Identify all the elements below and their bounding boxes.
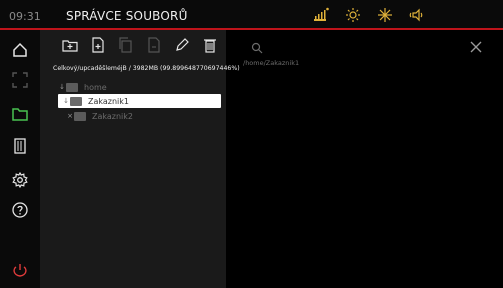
settings-icon[interactable]: [10, 170, 30, 190]
tree-label: Zakaznik2: [92, 111, 133, 121]
speaker-icon[interactable]: [409, 7, 425, 23]
folder-icon[interactable]: [10, 104, 30, 124]
search-icon[interactable]: [251, 42, 263, 54]
clock: 09:31: [9, 10, 41, 23]
tree-arrow[interactable]: ×: [66, 112, 74, 120]
current-path: /home/Zakaznik1: [243, 59, 300, 67]
close-icon[interactable]: [469, 40, 483, 54]
screen-title: SPRÁVCE SOUBORŮ: [66, 9, 188, 23]
tree-arrow[interactable]: ↓: [62, 97, 70, 105]
home-icon[interactable]: [10, 40, 30, 60]
new-file-icon[interactable]: [88, 35, 108, 55]
help-icon[interactable]: [10, 200, 30, 220]
brightness-icon[interactable]: [345, 7, 361, 23]
expand-icon[interactable]: [10, 70, 30, 90]
snow-icon[interactable]: [377, 7, 393, 23]
storage-usage: Celkový/upcaděšleméjB / 3982MB (99.89964…: [53, 65, 240, 72]
folder-icon: [66, 82, 78, 92]
tree-label: home: [84, 82, 107, 92]
tree-arrow[interactable]: ↓: [58, 83, 66, 91]
top-bar: 09:31 SPRÁVCE SOUBORŮ: [0, 0, 503, 30]
door-icon[interactable]: [10, 136, 30, 156]
file-tree-panel: Celkový/upcaděšleméjB / 3982MB (99.89964…: [40, 30, 240, 288]
copy-icon[interactable]: [116, 35, 136, 55]
new-folder-icon[interactable]: [60, 35, 80, 55]
file-browser-panel: /home/Zakaznik1: [240, 30, 503, 288]
folder-icon: [74, 111, 86, 121]
power-icon[interactable]: [10, 261, 30, 281]
sidebar: [0, 30, 40, 288]
tree-label: Zakaznik1: [88, 96, 129, 106]
top-icons: [313, 5, 425, 25]
file-toolbar: [40, 35, 226, 57]
folder-icon: [70, 96, 82, 106]
signal-icon[interactable]: [313, 7, 329, 23]
tree-row-zakaznik1[interactable]: ↓ Zakaznik1: [58, 94, 221, 108]
delete-trash-icon[interactable]: [200, 35, 220, 55]
paste-icon[interactable]: [144, 35, 164, 55]
rename-pencil-icon[interactable]: [172, 35, 192, 55]
tree-row-home[interactable]: ↓ home: [40, 80, 226, 94]
tree-row-zakaznik2[interactable]: × Zakaznik2: [40, 109, 226, 123]
